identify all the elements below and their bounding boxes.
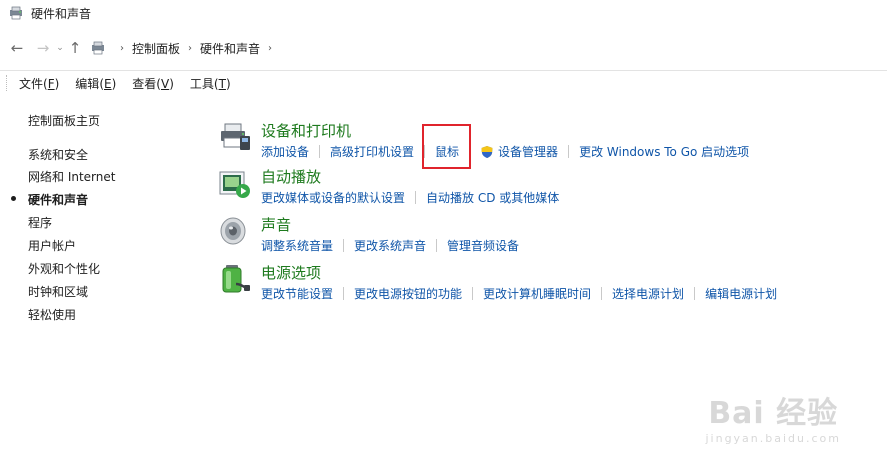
link-divider: [319, 145, 321, 158]
link-divider: [436, 239, 438, 252]
link-edit-power-plan[interactable]: 编辑电源计划: [705, 285, 777, 302]
category-title-power-options[interactable]: 电源选项: [261, 262, 321, 283]
link-divider: [472, 287, 474, 300]
speaker-icon[interactable]: [218, 214, 252, 248]
link-divider: [694, 287, 696, 300]
link-mouse[interactable]: 鼠标: [435, 143, 459, 160]
category-links: 调整系统音量 更改系统声音 管理音频设备: [261, 237, 519, 254]
battery-icon[interactable]: [218, 262, 252, 296]
link-divider: [469, 145, 471, 158]
watermark-logo: Bai 经验: [708, 396, 839, 431]
link-adjust-volume[interactable]: 调整系统音量: [261, 237, 333, 254]
category-title-sound[interactable]: 声音: [261, 214, 291, 235]
main-content: 设备和打印机 添加设备 高级打印机设置 鼠标 设备管理器 更改 Windows …: [0, 0, 887, 465]
link-divider: [424, 145, 426, 158]
category-links: 更改媒体或设备的默认设置 自动播放 CD 或其他媒体: [261, 189, 559, 206]
link-advanced-printer-settings[interactable]: 高级打印机设置: [330, 143, 414, 160]
printer-icon[interactable]: [218, 120, 252, 154]
link-change-power-saving[interactable]: 更改节能设置: [261, 285, 333, 302]
link-add-device[interactable]: 添加设备: [261, 143, 309, 160]
link-change-media-defaults[interactable]: 更改媒体或设备的默认设置: [261, 189, 405, 206]
link-divider: [601, 287, 603, 300]
link-device-manager[interactable]: 设备管理器: [498, 143, 558, 160]
category-links: 添加设备 高级打印机设置 鼠标 设备管理器 更改 Windows To Go 启…: [261, 143, 749, 160]
category-title-autoplay[interactable]: 自动播放: [261, 166, 321, 187]
link-divider: [343, 239, 345, 252]
link-divider: [568, 145, 570, 158]
category-title-devices-printers[interactable]: 设备和打印机: [261, 120, 351, 141]
autoplay-icon[interactable]: [218, 166, 252, 200]
link-sleep-time[interactable]: 更改计算机睡眠时间: [483, 285, 591, 302]
uac-shield-icon: [480, 145, 494, 159]
link-power-button-function[interactable]: 更改电源按钮的功能: [354, 285, 462, 302]
link-windows-to-go[interactable]: 更改 Windows To Go 启动选项: [579, 143, 749, 160]
link-divider: [343, 287, 345, 300]
link-choose-power-plan[interactable]: 选择电源计划: [612, 285, 684, 302]
watermark: Bai 经验 jingyan.baidu.com: [705, 388, 841, 445]
watermark-url: jingyan.baidu.com: [705, 432, 841, 445]
category-links: 更改节能设置 更改电源按钮的功能 更改计算机睡眠时间 选择电源计划 编辑电源计划: [261, 285, 777, 302]
link-manage-audio-devices[interactable]: 管理音频设备: [447, 237, 519, 254]
link-change-system-sounds[interactable]: 更改系统声音: [354, 237, 426, 254]
link-divider: [415, 191, 417, 204]
link-autoplay-cd[interactable]: 自动播放 CD 或其他媒体: [426, 189, 559, 206]
